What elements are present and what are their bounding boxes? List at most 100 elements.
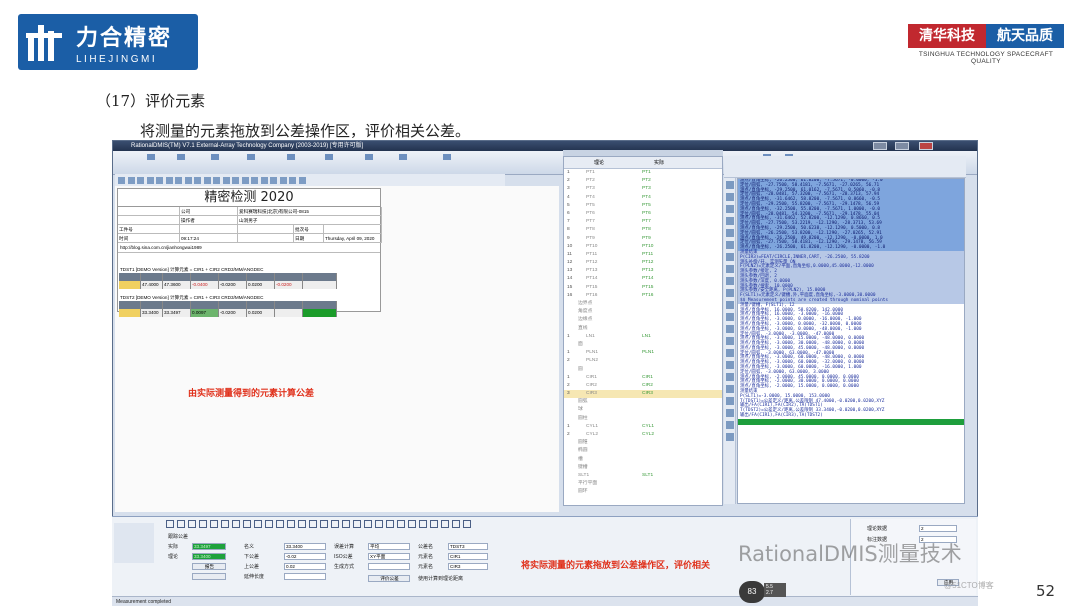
tool-icon[interactable] [726,253,734,261]
tol-icon[interactable] [188,520,196,528]
tool-icon[interactable] [726,277,734,285]
tool-icon[interactable] [726,181,734,189]
tree-item[interactable]: 9 PT9 PT9 [564,235,722,243]
tree-item[interactable]: 圆弧 [564,398,722,406]
tree-item[interactable]: 5 PT5 PT5 [564,202,722,210]
tool-icon[interactable] [726,229,734,237]
tree-item[interactable]: 7 PT7 PT7 [564,218,722,226]
tool-icon[interactable] [726,385,734,393]
lower-tol-input[interactable]: -0.02 [284,553,326,560]
tree-item[interactable]: 键槽 [564,464,722,472]
tree-item[interactable]: 3 PT3 PT3 [564,185,722,193]
tol-icon[interactable] [243,520,251,528]
close-button[interactable] [919,142,933,150]
tol-icon[interactable] [408,520,416,528]
tol-icon[interactable] [375,520,383,528]
tolerance-block-1[interactable]: TDST1 [DEMO Version] 计算元素 = CIR1 + CIR2 … [119,266,381,289]
dmis-program-editor[interactable]: 测点/直角坐标, -26.2500, 61.8200, -7.5671, -0.… [737,178,965,504]
ribbon-tab-icon[interactable] [365,154,373,160]
nominal-input[interactable]: 33.3400 [284,543,326,550]
toolbar-icon[interactable] [165,176,173,184]
tol-icon[interactable] [287,520,295,528]
maximize-button[interactable] [895,142,909,150]
toolbar-icon[interactable] [184,176,192,184]
toolbar-icon[interactable] [203,176,211,184]
element2-select[interactable]: CIR3 [448,563,488,570]
tol-icon[interactable] [342,520,350,528]
toolbar-icon[interactable] [289,176,296,184]
tree-item[interactable]: 6 PT6 PT6 [564,210,722,218]
tree-item[interactable]: 圆 [564,366,722,374]
element1-select[interactable]: CIR1 [448,553,488,560]
tol-icon[interactable] [353,520,361,528]
tree-item[interactable]: 1 PT1 PT1 [564,169,722,177]
tol-icon[interactable] [320,520,328,528]
toolbar-icon[interactable] [127,176,135,184]
toolbar-icon[interactable] [137,176,144,184]
tree-item[interactable]: 15 PT15 PT15 [564,284,722,292]
tool-icon[interactable] [726,433,734,441]
tol-icon[interactable] [199,520,207,528]
tree-item[interactable]: 2 CYL2 CYL2 [564,431,722,439]
tol-icon[interactable] [166,520,174,528]
nominal-value-field[interactable]: 33.3400 [192,553,226,560]
tree-item[interactable]: 圆柱 [564,415,722,423]
tol-icon[interactable] [419,520,427,528]
extension-input[interactable] [284,573,326,580]
tol-icon[interactable] [386,520,394,528]
tree-item[interactable]: 8 PT8 PT8 [564,226,722,234]
tool-icon[interactable] [726,301,734,309]
toolbar-icon[interactable] [298,176,306,184]
tool-icon[interactable] [726,361,734,369]
tol-icon[interactable] [254,520,262,528]
tol-icon[interactable] [265,520,273,528]
tree-item[interactable]: SLT1 SLT1 [564,472,722,480]
toolbar-icon[interactable] [251,176,258,184]
ribbon-tab-icon[interactable] [287,154,295,160]
toolbar-icon[interactable] [241,176,249,184]
tree-item[interactable]: 1 LN1 LN1 [564,333,722,341]
evaluate-tolerance-button[interactable]: 评价公差 [368,575,410,582]
tool-icon[interactable] [726,217,734,225]
tree-item[interactable]: 面 [564,341,722,349]
toolbar-icon[interactable] [175,176,182,184]
toolbar-icon[interactable] [222,176,230,184]
toolbar-icon[interactable] [213,176,220,184]
tool-icon[interactable] [726,337,734,345]
tree-item[interactable]: 11 PT11 PT11 [564,251,722,259]
ribbon-tab-icon[interactable] [443,154,451,160]
tool-icon[interactable] [726,349,734,357]
tool-icon[interactable] [726,265,734,273]
ribbon-tab-icon[interactable] [325,154,333,160]
tree-item[interactable]: 圆环 [564,488,722,496]
tool-icon[interactable] [726,397,734,405]
tolerance-block-2[interactable]: TDST2 [DEMO Version] 计算元素 = CIR1 + CIR3 … [119,294,381,317]
tol-icon[interactable] [430,520,438,528]
tree-item[interactable]: 13 PT13 PT13 [564,267,722,275]
tree-item[interactable]: 4 PT4 PT4 [564,194,722,202]
tol-icon[interactable] [232,520,240,528]
toolbar-icon[interactable] [270,176,277,184]
tool-icon[interactable] [726,289,734,297]
calc-mode-select[interactable]: 平均 [368,543,410,550]
tree-item[interactable]: 1 CIR1 CIR1 [564,374,722,382]
toolbar-icon[interactable] [279,176,287,184]
tree-item[interactable]: 槽 [564,456,722,464]
tol-icon[interactable] [441,520,449,528]
toolbar-icon[interactable] [260,176,268,184]
use-calc-distance-checkbox[interactable]: 使用计算到理论距离 [418,575,463,582]
ribbon-tab-icon[interactable] [211,154,219,160]
tool-icon[interactable] [726,193,734,201]
ribbon-tab-icon[interactable] [147,154,155,160]
tol-icon[interactable] [452,520,460,528]
toolbar-icon[interactable] [194,176,201,184]
tool-icon[interactable] [726,325,734,333]
tree-item[interactable]: 1 CYL1 CYL1 [564,423,722,431]
tol-icon[interactable] [177,520,185,528]
tol-icon[interactable] [210,520,218,528]
tree-item[interactable]: 16 PT16 PT16 [564,292,722,300]
tree-item[interactable]: 圆锥 [564,439,722,447]
tool-icon[interactable] [726,313,734,321]
tol-icon[interactable] [298,520,306,528]
feature-tree[interactable]: 理论 实际 1 PT1 PT1 2 PT2 PT2 3 PT3 PT3 4 PT4 PT4 5 PT5 PT… [563,156,723,506]
